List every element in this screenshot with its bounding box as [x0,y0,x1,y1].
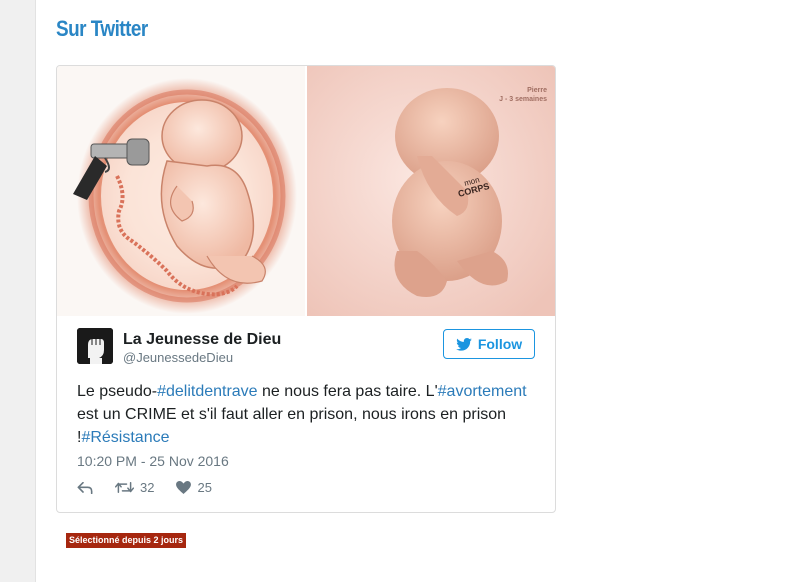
hashtag-link[interactable]: #avortement [438,383,527,400]
retweet-icon [115,482,134,493]
photo-caption-age: J - 3 semaines [499,96,547,103]
tweet-embed[interactable]: mon CORPS Pierre J - 3 semaines La Jeune… [56,65,556,513]
retweet-count: 32 [140,480,155,495]
retweet-button[interactable]: 32 [115,480,154,495]
reply-button[interactable] [77,481,93,494]
follow-label: Follow [477,336,523,352]
tweet-text-part: ne nous fera pas taire. L' [257,383,438,400]
fetus-revolver-icon [73,78,297,314]
avatar[interactable] [77,328,113,364]
like-button[interactable]: 25 [176,480,212,495]
like-count: 25 [197,480,212,495]
tweet-text: Le pseudo-#delitdentrave ne nous fera pa… [77,380,537,449]
follow-button[interactable]: Follow [443,329,535,359]
fetus-illustration-image[interactable] [57,66,305,316]
heart-icon [176,481,192,494]
selection-badge: Sélectionné depuis 2 jours [66,533,187,548]
section-title: Sur Twitter [56,16,148,41]
baby-photo-image[interactable]: mon CORPS Pierre J - 3 semaines [307,66,555,316]
author-handle[interactable]: @JeunessedeDieu [123,350,233,365]
raised-fist-icon [77,328,113,364]
photo-caption-name: Pierre [527,87,547,94]
tweet-actions: 32 25 [77,480,212,495]
twitter-bird-icon [456,337,472,351]
left-rail [0,0,36,582]
hashtag-link[interactable]: #Résistance [81,429,169,446]
tweet-text-part: Le pseudo- [77,383,158,400]
reply-icon [77,481,93,494]
author-name[interactable]: La Jeunesse de Dieu [123,331,281,349]
tweet-media[interactable]: mon CORPS Pierre J - 3 semaines [57,66,555,316]
photo-caption: Pierre J - 3 semaines [499,86,547,104]
hashtag-link[interactable]: #delitdentrave [157,383,258,400]
tweet-timestamp[interactable]: 10:20 PM - 25 Nov 2016 [77,453,229,469]
